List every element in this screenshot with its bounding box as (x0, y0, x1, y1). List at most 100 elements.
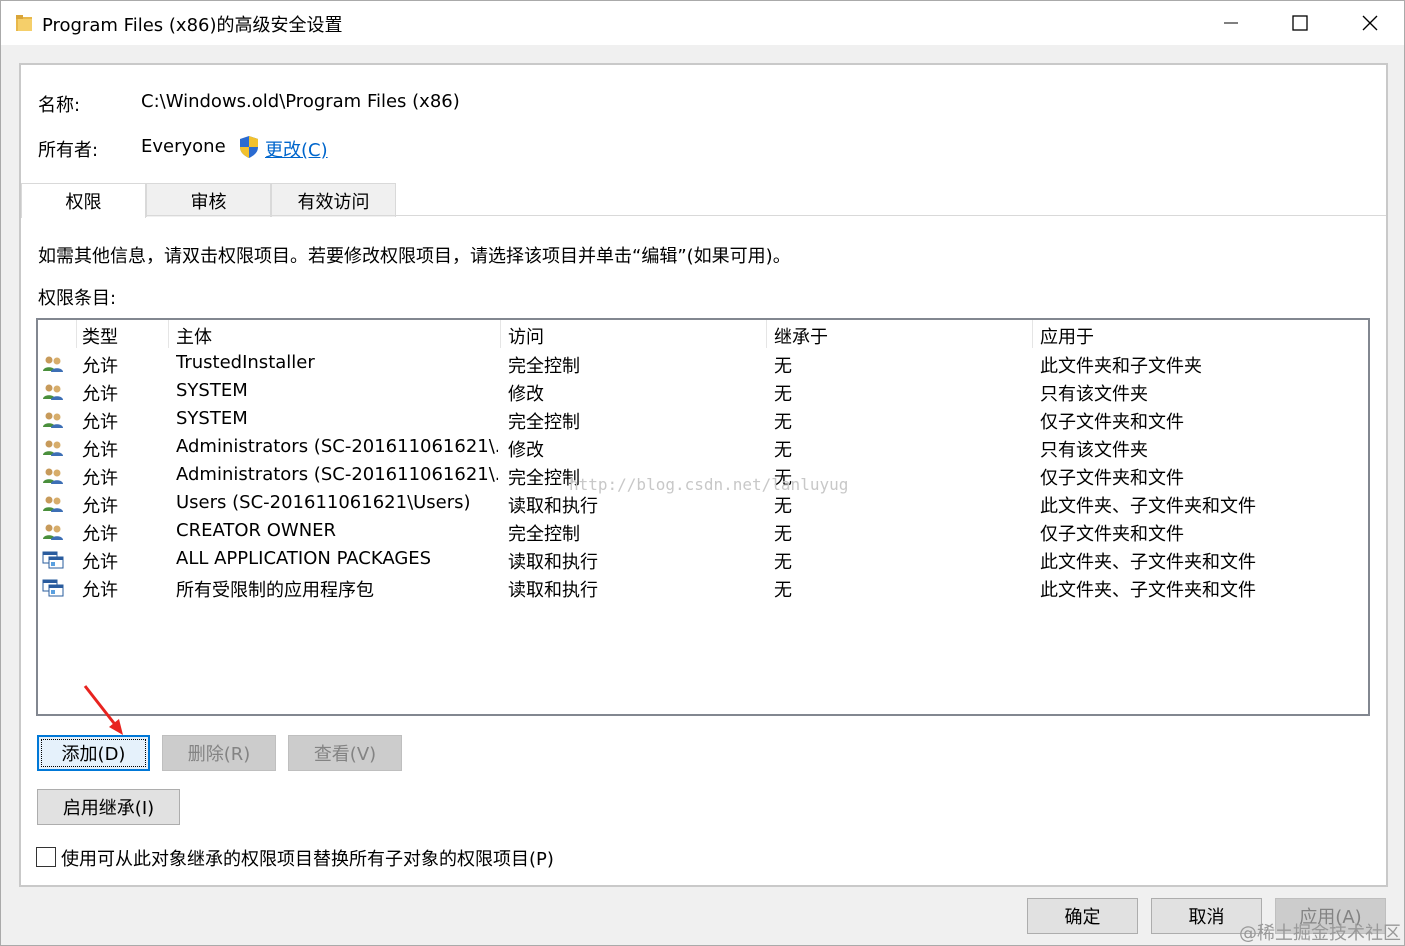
cell-type: 允许 (82, 384, 118, 405)
cell-access: 完全控制 (508, 524, 580, 545)
column-separator (168, 320, 169, 348)
cell-type: 允许 (82, 356, 118, 377)
owner-label: 所有者: (38, 140, 99, 161)
users-icon (42, 523, 64, 541)
column-header-access[interactable]: 访问 (508, 323, 544, 348)
owner-value: Everyone (141, 136, 226, 157)
permission-entries-label: 权限条目: (38, 288, 117, 309)
users-icon (42, 467, 64, 485)
cell-principal: 所有受限制的应用程序包 (176, 580, 374, 601)
remove-button-label: 删除(R) (187, 744, 251, 765)
enable-inheritance-label: 启用继承(I) (62, 798, 155, 819)
table-row[interactable]: 允许 所有受限制的应用程序包 读取和执行 无 此文件夹、子文件夹和文件 (38, 574, 1368, 602)
column-separator (500, 320, 501, 348)
cell-applies: 此文件夹、子文件夹和文件 (1040, 552, 1256, 573)
cell-principal: ALL APPLICATION PACKAGES (176, 548, 432, 569)
users-icon (42, 411, 64, 429)
enable-inheritance-button[interactable]: 启用继承(I) (37, 789, 180, 825)
column-separator (766, 320, 767, 348)
name-value: C:\Windows.old\Program Files (x86) (141, 91, 460, 112)
users-icon (42, 495, 64, 513)
cell-applies: 仅子文件夹和文件 (1040, 468, 1184, 489)
column-header-principal[interactable]: 主体 (176, 323, 212, 348)
cell-inherited: 无 (774, 580, 792, 601)
cell-inherited: 无 (774, 412, 792, 433)
cell-inherited: 无 (774, 552, 792, 573)
cell-access: 读取和执行 (508, 580, 598, 601)
column-separator (76, 320, 77, 348)
cell-principal: SYSTEM (176, 380, 248, 401)
cell-access: 完全控制 (508, 412, 580, 433)
cell-access: 读取和执行 (508, 552, 598, 573)
cell-principal: Users (SC-201611061621\Users) (176, 492, 471, 513)
cell-applies: 此文件夹和子文件夹 (1040, 356, 1202, 377)
column-header-applies-to[interactable]: 应用于 (1040, 323, 1094, 348)
table-row[interactable]: 允许 TrustedInstaller 完全控制 无 此文件夹和子文件夹 (38, 350, 1368, 378)
table-row[interactable]: 允许 Users (SC-201611061621\Users) 读取和执行 无 此文件… (38, 490, 1368, 518)
maximize-button[interactable] (1265, 1, 1335, 45)
cell-access: 修改 (508, 440, 544, 461)
cell-inherited: 无 (774, 440, 792, 461)
name-label: 名称: (38, 95, 81, 116)
cell-type: 允许 (82, 468, 118, 489)
folder-icon (16, 15, 32, 31)
view-button[interactable]: 查看(V) (288, 735, 402, 771)
title-bar: Program Files (x86)的高级安全设置 (1, 1, 1404, 45)
tab-auditing[interactable]: 审核 (146, 183, 271, 217)
cell-type: 允许 (82, 440, 118, 461)
cell-type: 允许 (82, 580, 118, 601)
minimize-button[interactable] (1196, 1, 1266, 45)
add-button[interactable]: 添加(D) (37, 735, 150, 771)
table-row[interactable]: 允许 SYSTEM 修改 无 只有该文件夹 (38, 378, 1368, 406)
cell-applies: 仅子文件夹和文件 (1040, 412, 1184, 433)
cell-inherited: 无 (774, 524, 792, 545)
users-icon (42, 355, 64, 373)
ok-button[interactable]: 确定 (1027, 898, 1138, 934)
advanced-security-window: Program Files (x86)的高级安全设置 名称: C:\Window… (0, 0, 1405, 946)
annotation-arrow-icon (83, 685, 123, 735)
column-header-type[interactable]: 类型 (82, 323, 118, 348)
watermark-url: http://blog.csdn.net/lanluyug (569, 475, 849, 494)
maximize-icon (1292, 15, 1308, 31)
view-button-label: 查看(V) (313, 744, 377, 765)
column-separator (1032, 320, 1033, 348)
users-icon (42, 439, 64, 457)
cell-applies: 此文件夹、子文件夹和文件 (1040, 580, 1256, 601)
remove-button[interactable]: 删除(R) (162, 735, 276, 771)
cell-applies: 此文件夹、子文件夹和文件 (1040, 496, 1256, 517)
cell-type: 允许 (82, 496, 118, 517)
cell-principal: CREATOR OWNER (176, 520, 337, 541)
cell-applies: 只有该文件夹 (1040, 384, 1148, 405)
permission-entries-list[interactable]: 类型 主体 访问 继承于 应用于 允许 TrustedInstaller 完全控制无… (36, 318, 1370, 716)
uac-shield-icon (240, 136, 258, 158)
settings-panel: 名称: C:\Windows.old\Program Files (x86) 所… (19, 63, 1388, 887)
cell-applies: 只有该文件夹 (1040, 440, 1148, 461)
tab-effective-access[interactable]: 有效访问 (271, 183, 396, 217)
app-packages-icon (42, 579, 64, 597)
close-button[interactable] (1335, 1, 1405, 45)
table-row[interactable]: 允许 ALL APPLICATION PACKAGES 读取和执行 无 此文件夹、子文件… (38, 546, 1368, 574)
cell-access: 完全控制 (508, 356, 580, 377)
table-row[interactable]: 允许 Administrators (SC-201611061621\... 修改 无… (38, 434, 1368, 462)
replace-child-permissions-checkbox[interactable] (36, 847, 56, 867)
cell-inherited: 无 (774, 356, 792, 377)
cell-type: 允许 (82, 524, 118, 545)
cell-inherited: 无 (774, 496, 792, 517)
cancel-button-label: 取消 (1188, 907, 1225, 928)
cell-principal: TrustedInstaller (176, 352, 315, 373)
cell-principal: Administrators (SC-201611061621\... (176, 464, 498, 485)
users-icon (42, 383, 64, 401)
change-owner-link[interactable]: 更改(C) (265, 136, 328, 162)
list-header: 类型 主体 访问 继承于 应用于 (38, 320, 1368, 348)
window-title: Program Files (x86)的高级安全设置 (42, 15, 343, 36)
app-packages-icon (42, 551, 64, 569)
cell-applies: 仅子文件夹和文件 (1040, 524, 1184, 545)
table-row[interactable]: 允许 CREATOR OWNER 完全控制 无 仅子文件夹和文件 (38, 518, 1368, 546)
table-row[interactable]: 允许 SYSTEM 完全控制 无 仅子文件夹和文件 (38, 406, 1368, 434)
tab-permissions[interactable]: 权限 (21, 183, 146, 218)
ok-button-label: 确定 (1064, 907, 1101, 928)
replace-child-permissions-label[interactable]: 使用可从此对象继承的权限项目替换所有子对象的权限项目(P) (61, 845, 554, 871)
cell-principal: Administrators (SC-201611061621\... (176, 436, 498, 457)
column-header-inherited-from[interactable]: 继承于 (774, 323, 828, 348)
cell-access: 修改 (508, 384, 544, 405)
